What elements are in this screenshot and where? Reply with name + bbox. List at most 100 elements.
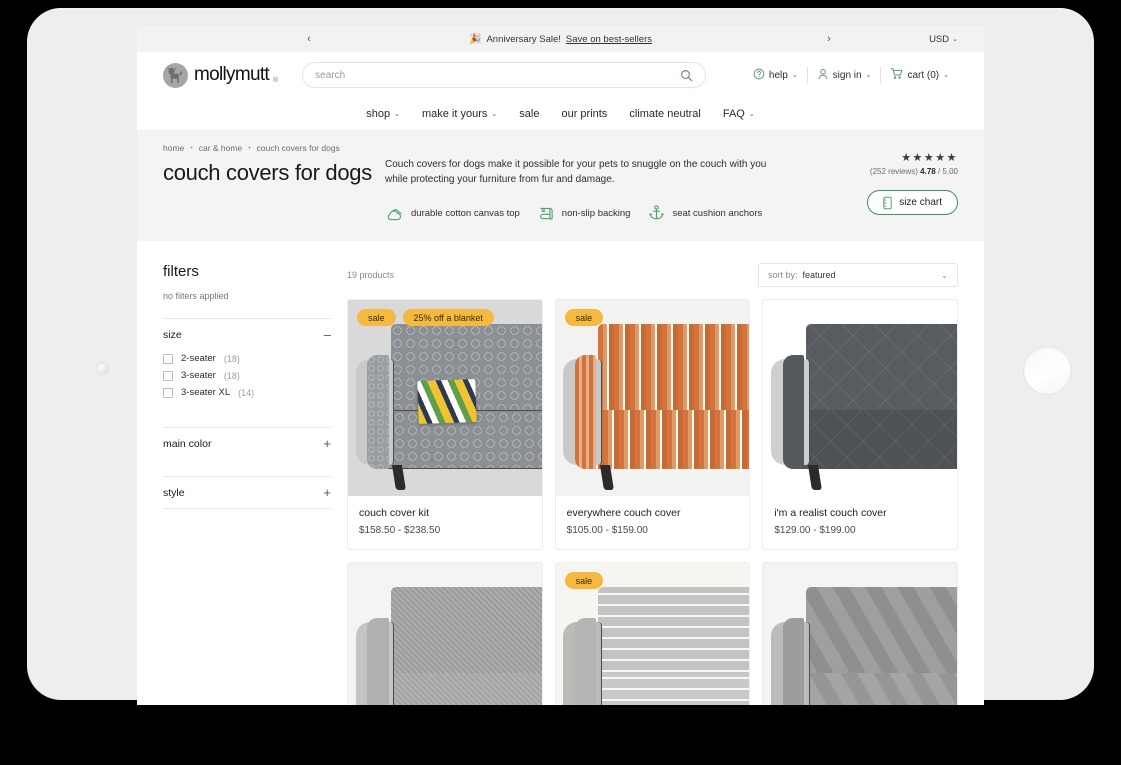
checkbox[interactable] [163,354,173,364]
product-card[interactable]: sale everywhere couch cover $105.00 - $1… [555,299,751,550]
announcement-text: Anniversary Sale! [486,34,560,45]
product-grid: sale 25% off a blanket couch cover kit $… [347,299,958,705]
chevron-down-icon: ⌄ [491,110,497,118]
announcement-link[interactable]: Save on best-sellers [566,34,652,45]
filter-group-size-header[interactable]: size – [163,319,331,350]
product-card[interactable] [347,562,543,705]
category-hero: home • car & home • couch covers for dog… [137,131,984,241]
filters-sidebar: filters no filters applied size – 2-seat… [163,263,347,705]
breadcrumb-item-home[interactable]: home [163,143,184,153]
hero-left: home • car & home • couch covers for dog… [163,143,385,221]
chevron-down-icon: ⌄ [952,35,958,43]
product-name: i'm a realist couch cover [774,507,946,519]
browser-screen: ‹ 🎉 Anniversary Sale! Save on best-selle… [137,26,984,705]
product-image[interactable]: sale 25% off a blanket [348,300,542,496]
sign-in-menu[interactable]: sign in ⌄ [808,68,881,83]
checkbox[interactable] [163,371,173,381]
review-count[interactable]: (252 reviews) [870,167,918,176]
product-price: $158.50 - $238.50 [359,525,531,536]
feature-label: seat cushion anchors [672,208,762,219]
dog-logo-icon [163,63,188,88]
filter-group-label: size [163,329,182,341]
search-input[interactable] [315,70,680,81]
badge-promo: 25% off a blanket [403,309,494,326]
product-card[interactable]: sale 25% off a blanket couch cover kit $… [347,299,543,550]
couch-illustration [348,563,542,705]
nav-item-shop[interactable]: shop ⌄ [366,108,400,120]
product-image[interactable] [763,563,957,705]
couch-illustration [556,300,750,496]
nav-item-sale[interactable]: sale [519,108,539,120]
filter-option-2-seater[interactable]: 2-seater (18) [163,350,331,367]
filter-group-style-header[interactable]: style + [163,477,331,508]
badge-sale: sale [565,309,604,326]
sign-in-label: sign in [833,70,862,81]
currency-selector[interactable]: USD ⌄ [929,34,958,45]
couch-illustration [763,300,957,496]
site-header: mollymutt ® [137,52,984,131]
announcement-bar: ‹ 🎉 Anniversary Sale! Save on best-selle… [137,26,984,52]
non-slip-backing-icon [538,206,555,221]
expand-icon[interactable]: + [323,437,331,450]
expand-icon[interactable]: + [323,486,331,499]
product-toolbar: 19 products sort by: featured ⌄ [347,263,958,287]
filter-group-label: main color [163,438,211,450]
breadcrumb-item-current: couch covers for dogs [257,143,340,153]
product-info: everywhere couch cover $105.00 - $159.00 [556,496,750,549]
search-bar[interactable] [302,62,706,88]
breadcrumb-separator-icon: • [190,145,192,152]
help-menu[interactable]: help ⌄ [744,68,807,83]
nav-item-make-it-yours[interactable]: make it yours ⌄ [422,108,497,120]
filter-group-label: style [163,487,185,499]
nav-item-faq[interactable]: FAQ ⌄ [723,108,755,120]
filter-option-3-seater-xl[interactable]: 3-seater XL (14) [163,384,331,401]
product-name: couch cover kit [359,507,531,519]
couch-illustration [348,300,542,496]
size-chart-button[interactable]: size chart [867,190,958,215]
filter-option-count: (18) [224,354,240,364]
nav-item-our-prints[interactable]: our prints [561,108,607,120]
checkbox[interactable] [163,388,173,398]
header-top-row: mollymutt ® [163,52,958,98]
rating-summary: (252 reviews) 4.78 / 5.00 [870,167,958,176]
nav-label: our prints [561,108,607,120]
product-image[interactable]: sale [556,300,750,496]
header-actions: help ⌄ sign in ⌄ [744,67,958,83]
filter-option-label: 3-seater [181,370,216,381]
category-description: Couch covers for dogs make it possible f… [385,157,785,187]
sort-by-value: featured [803,270,836,280]
product-card[interactable]: i'm a realist couch cover $129.00 - $199… [762,299,958,550]
cart-label: cart (0) [907,70,939,81]
product-card[interactable] [762,562,958,705]
sort-by-select[interactable]: sort by: featured ⌄ [758,263,958,287]
product-image[interactable] [763,300,957,496]
search-icon[interactable] [680,69,693,82]
announcement-message: 🎉 Anniversary Sale! Save on best-sellers [137,34,984,45]
product-badges: sale [565,309,604,326]
chevron-down-icon: ⌄ [866,71,872,79]
nav-item-climate-neutral[interactable]: climate neutral [629,108,701,120]
rating-stars: ★★★★★ [901,151,958,164]
breadcrumb-item-car-and-home[interactable]: car & home [199,143,242,153]
product-info: couch cover kit $158.50 - $238.50 [348,496,542,549]
filter-option-3-seater[interactable]: 3-seater (18) [163,367,331,384]
cart-menu[interactable]: cart (0) ⌄ [881,67,958,83]
feature-list: durable cotton canvas top non-slip backi… [385,205,824,221]
filter-group-style: style + [163,476,331,509]
feature-label: non-slip backing [562,208,631,219]
home-button[interactable] [1024,347,1071,394]
announcement-next-arrow[interactable]: › [817,33,841,45]
product-info: i'm a realist couch cover $129.00 - $199… [763,496,957,549]
collapse-icon[interactable]: – [324,328,331,341]
rating-scale: / 5.00 [938,167,958,176]
product-badges: sale [565,572,604,589]
product-card[interactable]: sale [555,562,751,705]
hero-middle: Couch covers for dogs make it possible f… [385,143,838,221]
help-label: help [769,70,788,81]
product-image[interactable]: sale [556,563,750,705]
chevron-down-icon: ⌄ [941,271,948,280]
site-logo[interactable]: mollymutt ® [163,63,278,88]
product-image[interactable] [348,563,542,705]
filter-group-main-color-header[interactable]: main color + [163,428,331,459]
feature-seat-cushion-anchors: seat cushion anchors [648,205,762,221]
